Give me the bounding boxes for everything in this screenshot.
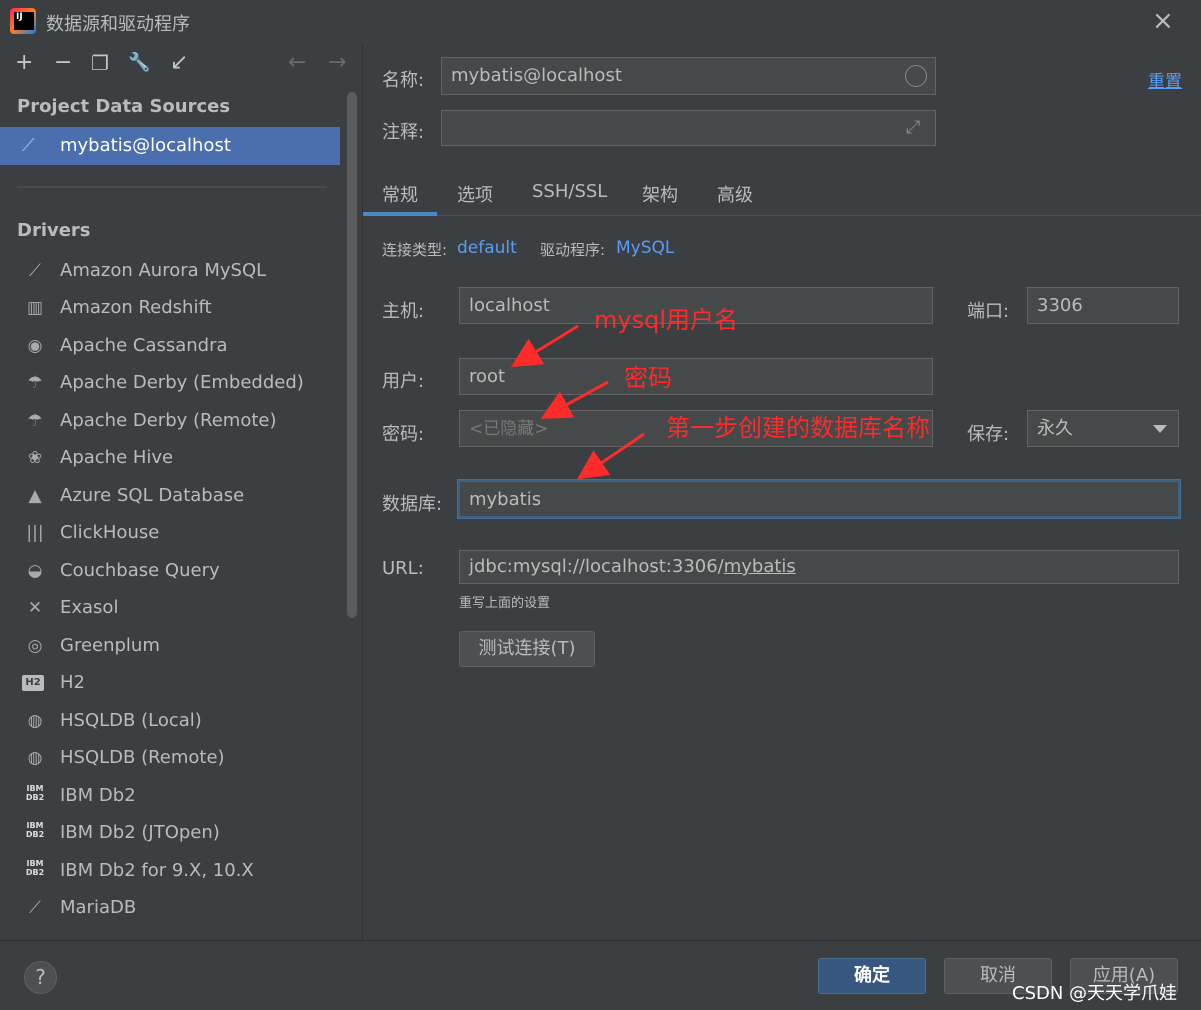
ok-button[interactable]: 确定 — [818, 958, 926, 994]
help-icon[interactable]: ? — [24, 961, 57, 994]
arrow-to-user — [510, 324, 579, 368]
bottom-bar: ? 确定 取消 应用(A) CSDN @天天学爪娃 — [0, 940, 1201, 1010]
arrow-to-password — [540, 380, 609, 419]
annotation-database: 第一步创建的数据库名称 — [666, 414, 930, 442]
annotation-arrows — [510, 324, 645, 480]
annotation-user: mysql用户名 — [594, 306, 738, 334]
annotation-password: 密码 — [624, 364, 672, 392]
watermark: CSDN @天天学爪娃 — [1012, 983, 1178, 1004]
arrow-to-database — [577, 432, 645, 480]
